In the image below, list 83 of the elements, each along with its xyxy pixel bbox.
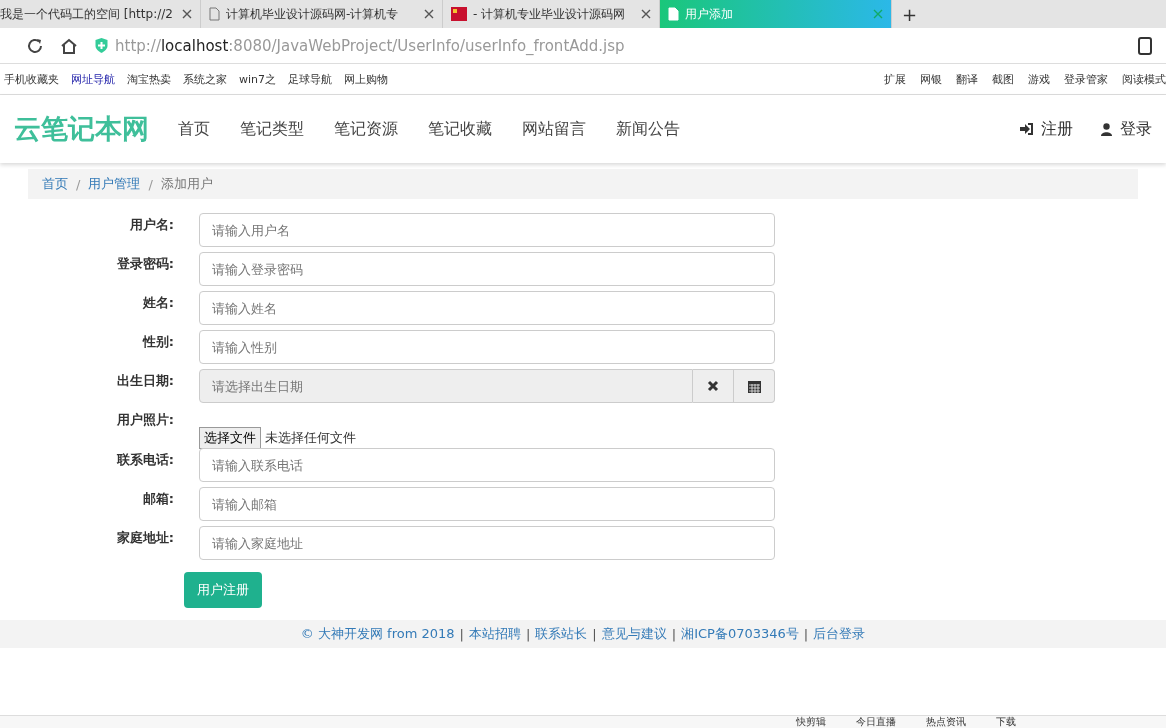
footer-link[interactable]: 湘ICP备0703346号 [681, 625, 799, 643]
close-icon[interactable] [641, 9, 651, 19]
nav-link[interactable]: 首页 [163, 118, 225, 140]
field-label: 邮箱: [141, 490, 174, 508]
breadcrumb-link[interactable]: 首页 [42, 175, 68, 193]
user-icon [1101, 122, 1112, 136]
close-icon [707, 380, 719, 392]
nav-link[interactable]: 笔记类型 [225, 118, 319, 140]
bookmark-link[interactable]: 网上购物 [344, 71, 389, 87]
bookmark-link[interactable]: 系统之家 [183, 71, 227, 87]
bookmark-link[interactable]: 网址导航 [71, 71, 115, 87]
home-icon[interactable] [60, 36, 78, 55]
bookmark-link[interactable]: win7之 [239, 71, 277, 87]
toolbar-item[interactable]: 翻译 [956, 71, 978, 87]
footer-link[interactable]: © 大神开发网 from 2018 [300, 625, 455, 643]
close-icon[interactable] [182, 9, 192, 19]
choose-file-button[interactable]: 选择文件 [199, 427, 261, 449]
toolbar-item[interactable]: 网银 [920, 71, 942, 87]
page-icon [209, 7, 220, 21]
new-tab-button[interactable]: + [892, 0, 928, 28]
calendar-button[interactable] [734, 369, 775, 403]
nav-link[interactable]: 笔记收藏 [413, 118, 507, 140]
footer-separator: | [803, 626, 809, 642]
input-field[interactable]: 请输入登录密码 [199, 252, 775, 286]
breadcrumb-separator: / [148, 176, 153, 192]
footer-link[interactable]: 后台登录 [813, 625, 866, 643]
field-label: 用户名: [128, 216, 174, 234]
input-field[interactable]: 请输入联系电话 [199, 448, 775, 482]
input-field[interactable]: 请输入邮箱 [199, 487, 775, 521]
field-label: 家庭地址: [115, 529, 174, 547]
status-bar-item[interactable]: 今日直播 [856, 716, 896, 728]
file-status: 未选择任何文件 [265, 429, 356, 447]
header-link[interactable]: 注册 [1020, 118, 1073, 140]
page-icon [668, 7, 679, 21]
bookmark-link[interactable]: 足球导航 [288, 71, 333, 87]
calendar-icon [747, 379, 761, 393]
toolbar-item[interactable]: 游戏 [1028, 71, 1050, 87]
breadcrumb-link[interactable]: 用户管理 [88, 175, 141, 193]
flag-icon [451, 7, 467, 21]
tablet-icon[interactable] [1138, 36, 1152, 55]
footer-link[interactable]: 本站招聘 [468, 625, 521, 643]
field-label: 登录密码: [115, 255, 174, 273]
url-text: http://localhost:8080/JavaWebProject/UserInfo/userInfo_frontAdd.jsp [115, 36, 625, 55]
field-label: 姓名: [141, 294, 174, 312]
breadcrumb-separator: / [76, 176, 81, 192]
footer-link[interactable]: 意见与建议 [601, 625, 667, 643]
status-bar-item[interactable]: 热点资讯 [926, 716, 966, 728]
input-field[interactable]: 请输入用户名 [199, 213, 775, 247]
status-bar-item[interactable]: 快剪辑 [796, 716, 826, 728]
field-label: 用户照片: [115, 411, 174, 429]
field-label: 联系电话: [115, 451, 174, 469]
input-field[interactable]: 请输入姓名 [199, 291, 775, 325]
footer-separator: | [459, 626, 464, 642]
nav-link[interactable]: 笔记资源 [319, 118, 413, 140]
footer-link[interactable]: 联系站长 [535, 625, 588, 643]
toolbar-item[interactable]: 扩展 [884, 71, 906, 87]
nav-link[interactable]: 网站留言 [507, 118, 601, 140]
address-field[interactable]: http://localhost:8080/JavaWebProject/UserInfo/userInfo_frontAdd.jsp [94, 31, 1122, 60]
input-field[interactable]: 请输入性别 [199, 330, 775, 364]
footer-separator: | [592, 626, 597, 642]
browser-tab[interactable]: 计算机毕业设计源码网-计算机专 [201, 0, 443, 28]
toolbar-item[interactable]: 阅读模式 [1122, 71, 1166, 87]
toolbar-item[interactable]: 登录管家 [1064, 71, 1108, 87]
browser-tab[interactable]: - 计算机专业毕业设计源码网 [443, 0, 660, 28]
status-bar-item[interactable]: 下载 [996, 716, 1016, 728]
breadcrumb-current: 添加用户 [160, 175, 213, 193]
footer-separator: | [525, 626, 531, 642]
browser-tab[interactable]: 我是一个代码工的空间 [http://2 [0, 0, 201, 28]
footer-separator: | [671, 626, 677, 642]
sign-in-icon [1020, 123, 1033, 135]
input-field[interactable]: 请输入家庭地址 [199, 526, 775, 560]
field-label: 出生日期: [115, 372, 174, 390]
nav-link[interactable]: 新闻公告 [601, 118, 695, 140]
toolbar-item[interactable]: 截图 [992, 71, 1014, 87]
header-link[interactable]: 登录 [1101, 118, 1152, 140]
field-label: 性别: [141, 333, 174, 351]
reload-icon[interactable] [26, 36, 44, 55]
close-icon[interactable] [424, 9, 434, 19]
date-field[interactable]: 请选择出生日期 [199, 369, 693, 403]
bookmark-link[interactable]: 手机收藏夹 [4, 71, 59, 87]
clear-button[interactable] [693, 369, 734, 403]
bookmark-link[interactable]: 淘宝热卖 [127, 71, 171, 87]
shield-icon [94, 37, 109, 54]
